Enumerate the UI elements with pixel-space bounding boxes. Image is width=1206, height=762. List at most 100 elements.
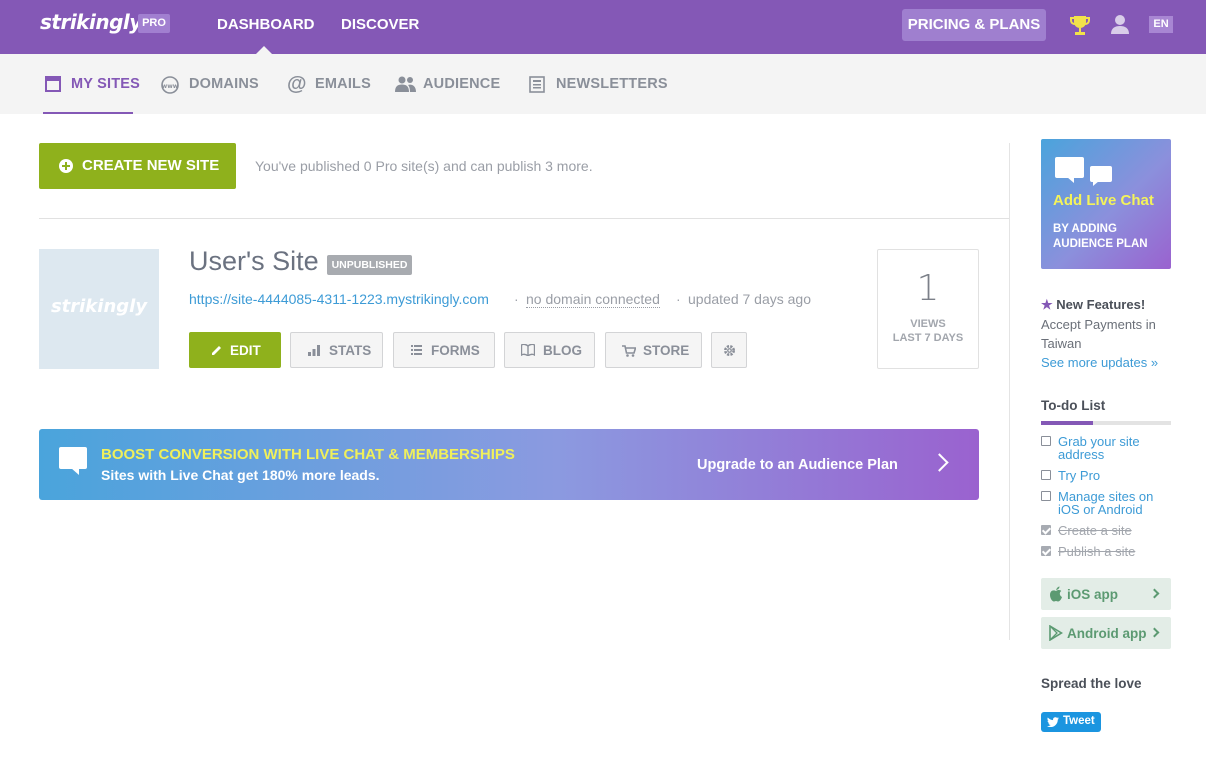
store-button[interactable]: STORE — [605, 332, 702, 368]
sidebar-divider — [1009, 143, 1010, 640]
views-counter: 1 VIEWS LAST 7 DAYS — [877, 249, 979, 369]
new-features-text-line2: Taiwan — [1041, 336, 1082, 351]
todo-grab-site-address[interactable]: Grab your site address — [1058, 435, 1173, 461]
shopping-cart-icon — [622, 345, 636, 357]
android-app-label: Android app — [1067, 626, 1147, 641]
chevron-right-icon — [1149, 588, 1160, 599]
todo-manage-sites[interactable]: Manage sites on iOS or Android — [1058, 490, 1173, 516]
svg-text:www: www — [162, 83, 179, 90]
list-icon — [411, 345, 422, 355]
views-label: VIEWS LAST 7 DAYS — [878, 317, 978, 345]
strikingly-logo[interactable]: strikingly — [40, 10, 142, 34]
ios-app-label: iOS app — [1067, 587, 1119, 602]
nav-discover[interactable]: DISCOVER — [341, 16, 419, 33]
todo-publish-site: Publish a site — [1058, 544, 1136, 559]
newsletter-icon — [529, 76, 545, 93]
see-more-updates-link[interactable]: See more updates » — [1041, 355, 1158, 370]
book-icon — [521, 344, 535, 356]
trophy-icon[interactable] — [1070, 14, 1090, 36]
todo-checkbox[interactable] — [1041, 491, 1051, 501]
banner-subline: Sites with Live Chat get 180% more leads… — [101, 467, 380, 483]
tweet-label: Tweet — [1063, 715, 1095, 727]
live-chat-upgrade-banner[interactable]: BOOST CONVERSION WITH LIVE CHAT & MEMBER… — [39, 429, 979, 500]
create-new-site-button[interactable]: CREATE NEW SITE — [39, 143, 236, 189]
tab-domains[interactable]: DOMAINS — [189, 76, 259, 92]
ios-app-button[interactable]: iOS app — [1041, 578, 1171, 610]
site-url-link[interactable]: https://site-4444085-4311-1223.mystrikin… — [189, 291, 489, 307]
todo-progress-bar — [1041, 421, 1171, 425]
todo-progress-fill — [1041, 421, 1093, 425]
no-domain-link[interactable]: no domain connected — [526, 291, 660, 308]
chevron-right-icon — [1149, 627, 1160, 638]
forms-button[interactable]: FORMS — [393, 332, 495, 368]
promo-title: Add Live Chat — [1053, 192, 1154, 209]
tweet-button[interactable]: Tweet — [1041, 712, 1101, 732]
tab-my-sites[interactable]: MY SITES — [71, 76, 140, 92]
forms-label: FORMS — [431, 343, 480, 358]
chat-bubble-icon — [59, 447, 87, 475]
tab-audience[interactable]: AUDIENCE — [423, 76, 500, 92]
thumbnail-logo-text: strikingly — [50, 296, 148, 317]
site-thumbnail[interactable]: strikingly — [39, 249, 159, 369]
apple-icon — [1050, 586, 1062, 602]
separator-dot: · — [514, 291, 519, 307]
stats-button[interactable]: STATS — [290, 332, 383, 368]
pricing-plans-button[interactable]: PRICING & PLANS — [902, 9, 1046, 41]
site-title[interactable]: User's Site — [189, 246, 319, 277]
blog-button[interactable]: BLOG — [504, 332, 595, 368]
views-count: 1 — [916, 268, 940, 309]
updated-text: updated 7 days ago — [688, 291, 811, 307]
chat-bubble-icon — [1090, 166, 1112, 186]
todo-checkbox[interactable] — [1041, 436, 1051, 446]
active-nav-caret — [256, 46, 272, 54]
user-icon[interactable] — [1109, 13, 1131, 35]
new-features-title: New Features! — [1056, 297, 1146, 312]
twitter-bird-icon — [1047, 717, 1059, 727]
todo-checkbox[interactable] — [1041, 470, 1051, 480]
divider — [39, 218, 1009, 219]
todo-checkbox-checked[interactable] — [1041, 546, 1051, 556]
banner-headline: BOOST CONVERSION WITH LIVE CHAT & MEMBER… — [101, 446, 515, 463]
sub-nav: MY SITES www DOMAINS @ EMAILS AUDIENCE N… — [0, 54, 1206, 114]
edit-label: EDIT — [230, 343, 261, 358]
pro-badge: PRO — [138, 14, 170, 33]
tab-newsletters[interactable]: NEWSLETTERS — [556, 76, 668, 92]
spread-the-love-heading: Spread the love — [1041, 676, 1142, 691]
browser-window-icon — [45, 76, 61, 92]
stats-label: STATS — [329, 343, 372, 358]
views-label-line1: VIEWS — [910, 318, 946, 330]
edit-button[interactable]: EDIT — [189, 332, 281, 368]
top-bar: strikingly PRO DASHBOARD DISCOVER PRICIN… — [0, 0, 1206, 54]
chat-bubble-icon — [1055, 157, 1084, 183]
status-badge: UNPUBLISHED — [327, 255, 412, 275]
www-globe-icon: www — [161, 76, 179, 94]
publish-note: You've published 0 Pro site(s) and can p… — [255, 158, 593, 174]
plus-circle-icon — [59, 159, 73, 173]
active-tab-underline — [43, 112, 133, 114]
blog-label: BLOG — [543, 343, 582, 358]
new-features-heading: ★ New Features! — [1041, 297, 1145, 313]
separator-dot: · — [676, 291, 681, 307]
gear-icon — [724, 345, 735, 356]
nav-dashboard[interactable]: DASHBOARD — [217, 16, 315, 33]
todo-checkbox-checked[interactable] — [1041, 525, 1051, 535]
settings-button[interactable] — [711, 332, 747, 368]
new-features-text-line1: Accept Payments in — [1041, 317, 1156, 332]
tab-emails[interactable]: EMAILS — [315, 76, 371, 92]
language-selector[interactable]: EN — [1149, 16, 1173, 33]
android-app-button[interactable]: Android app — [1041, 617, 1171, 649]
todo-try-pro[interactable]: Try Pro — [1058, 469, 1173, 482]
store-label: STORE — [643, 343, 690, 358]
bar-chart-icon — [308, 345, 320, 356]
todo-create-site: Create a site — [1058, 523, 1132, 538]
views-label-line2: LAST 7 DAYS — [892, 332, 964, 344]
google-play-icon — [1049, 625, 1063, 641]
upgrade-audience-plan-link[interactable]: Upgrade to an Audience Plan — [697, 457, 898, 473]
create-new-site-label: CREATE NEW SITE — [82, 157, 220, 174]
add-live-chat-promo[interactable]: Add Live Chat BY ADDING AUDIENCE PLAN — [1041, 139, 1171, 269]
chevron-right-icon — [930, 453, 949, 472]
todo-list-title: To-do List — [1041, 398, 1106, 413]
at-sign-icon: @ — [287, 73, 307, 95]
audience-people-icon — [395, 76, 416, 92]
promo-subtitle: BY ADDING AUDIENCE PLAN — [1053, 223, 1148, 250]
